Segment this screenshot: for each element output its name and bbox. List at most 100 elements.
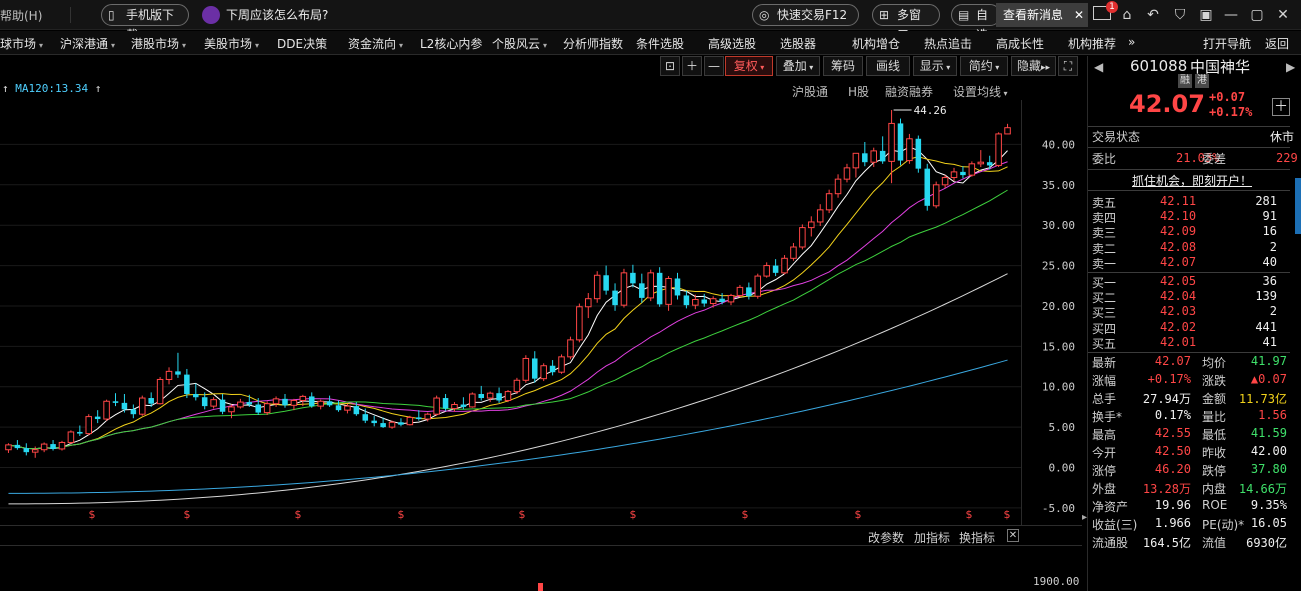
stat-label: 涨幅: [1092, 374, 1117, 388]
mobile-download-button[interactable]: ▯ 手机版下载: [101, 4, 189, 42]
y-tick-label: 25.00: [1042, 260, 1075, 273]
bid-price[interactable]: 42.03: [1160, 304, 1196, 318]
display-dropdown[interactable]: 显示 ▾: [913, 56, 957, 76]
weicha-label: 委差: [1202, 152, 1227, 166]
next-stock-icon[interactable]: ▶: [1286, 60, 1295, 74]
open-account-link[interactable]: 抓住机会，即刻开户！: [1132, 172, 1252, 189]
nav-item[interactable]: 个股风云 ▾: [492, 35, 547, 52]
candle-body: [175, 371, 181, 375]
candle-body: [460, 404, 467, 407]
window-close-icon[interactable]: ✕: [1273, 5, 1293, 25]
chips-button[interactable]: 筹码: [823, 56, 863, 76]
close-icon[interactable]: ✕: [1074, 3, 1084, 27]
zoom-in-icon[interactable]: ＋: [682, 56, 702, 76]
self-select-button[interactable]: ▤ 自选: [951, 4, 1001, 42]
maximize-icon[interactable]: ▢: [1247, 5, 1267, 25]
candle-body: [67, 431, 75, 443]
nav-more-icon[interactable]: »: [1128, 35, 1135, 49]
help-menu[interactable]: 帮助(H): [0, 7, 42, 24]
candle-body: [228, 406, 235, 413]
weekly-notice-link[interactable]: 下周应该怎么布局?: [202, 5, 328, 25]
mascot-icon: [202, 6, 220, 24]
stat-value: 1.966: [1154, 516, 1191, 530]
nav-item[interactable]: 条件选股: [636, 35, 684, 52]
kline-chart[interactable]: 40.00 35.00 30.00 25.00 20.00 15.00 10.00 5.00 0…: [0, 78, 1082, 525]
candle-body: [781, 257, 788, 274]
hide-button[interactable]: 隐藏▸▸: [1011, 56, 1056, 76]
ask-price[interactable]: 42.09: [1160, 224, 1196, 238]
bid-price[interactable]: 42.02: [1160, 320, 1196, 334]
nav-item[interactable]: 机构增仓: [852, 35, 900, 52]
add-favorite-icon[interactable]: ＋: [1272, 98, 1290, 116]
overlay-dropdown[interactable]: 叠加 ▾: [776, 56, 820, 76]
panel-scrollbar[interactable]: [1295, 178, 1301, 234]
bid-price[interactable]: 42.05: [1160, 274, 1196, 288]
fullscreen-icon[interactable]: ⛶: [1058, 56, 1078, 76]
nav-item[interactable]: 机构推荐: [1068, 35, 1116, 52]
mail-icon[interactable]: 1: [1093, 1, 1118, 20]
high-price-label: 44.26: [914, 104, 947, 117]
stat-value: 14.66万: [1238, 482, 1287, 496]
candle-body: [727, 294, 735, 303]
screenshot-icon[interactable]: ▣: [1196, 5, 1216, 25]
bid-price[interactable]: 42.04: [1160, 289, 1196, 303]
ask-price[interactable]: 42.11: [1160, 194, 1196, 208]
hide-label: 隐藏: [1016, 59, 1041, 73]
home-icon[interactable]: ⌂: [1117, 5, 1137, 25]
multi-window-button[interactable]: ⊞ 多窗口: [872, 4, 940, 42]
candle-body: [736, 286, 744, 296]
candle-body: [272, 398, 280, 405]
quick-trade-button[interactable]: ◎ 快速交易F12: [752, 4, 859, 26]
shirt-icon[interactable]: ⛉: [1170, 5, 1190, 25]
candle-body: [478, 394, 485, 399]
undo-icon[interactable]: ↶: [1143, 5, 1163, 25]
nav-item[interactable]: 选股器: [780, 35, 816, 52]
draw-line-button[interactable]: 画线: [866, 56, 910, 76]
ask-price[interactable]: 42.08: [1160, 240, 1196, 254]
close-indicator-icon[interactable]: ✕: [1007, 529, 1019, 542]
nav-item[interactable]: 分析师指数: [563, 35, 623, 52]
simple-dropdown[interactable]: 简约 ▾: [960, 56, 1008, 76]
nav-item[interactable]: L2核心内参: [420, 35, 482, 52]
nav-item[interactable]: 高成长性: [996, 35, 1044, 52]
lock-icon[interactable]: ⊡: [660, 56, 680, 76]
open-nav-button[interactable]: 打开导航: [1203, 35, 1251, 52]
new-message-button[interactable]: 查看新消息 ✕: [996, 3, 1088, 27]
nav-item[interactable]: 港股市场 ▾: [131, 35, 186, 52]
nav-item[interactable]: 资金流向 ▾: [348, 35, 403, 52]
ask-price[interactable]: 42.10: [1160, 209, 1196, 223]
chevron-down-icon: ▾: [399, 41, 404, 50]
nav-item[interactable]: 高级选股: [708, 35, 756, 52]
minimize-icon[interactable]: —: [1221, 5, 1241, 25]
candle-body: [915, 138, 922, 169]
bid-price[interactable]: 42.01: [1160, 335, 1196, 349]
fuquan-dropdown[interactable]: 复权 ▾: [725, 56, 773, 76]
stat-value: 16.05: [1250, 516, 1287, 530]
candle-body: [1004, 127, 1011, 135]
candle-body: [567, 339, 574, 358]
change-param-button[interactable]: 改参数: [868, 529, 904, 546]
back-button[interactable]: 返回: [1265, 35, 1289, 52]
add-indicator-button[interactable]: 加指标: [914, 529, 950, 546]
nav-item[interactable]: 美股市场 ▾: [204, 35, 259, 52]
candle-body: [531, 358, 538, 379]
zoom-out-icon[interactable]: —: [704, 56, 724, 76]
change-indicator-button[interactable]: 换指标: [959, 529, 995, 546]
bid-volume: 36: [1262, 274, 1277, 288]
y-tick-label: 40.00: [1042, 138, 1075, 151]
divider: [1088, 126, 1290, 127]
nav-item[interactable]: DDE决策: [277, 35, 327, 52]
candle-body: [540, 365, 547, 380]
candle-body: [14, 444, 21, 449]
ask-price[interactable]: 42.07: [1160, 255, 1196, 269]
nav-item[interactable]: 球市场 ▾: [0, 35, 43, 52]
stat-value: 9.35%: [1250, 498, 1287, 512]
bid-level-label: 买五: [1092, 336, 1117, 351]
candle-body: [576, 306, 583, 341]
nav-item[interactable]: 热点追击: [924, 35, 972, 52]
candle-body: [165, 370, 173, 380]
dividend-marker-icon: $: [184, 508, 191, 521]
nav-item[interactable]: 沪深港通 ▾: [60, 35, 115, 52]
ask-level-label: 卖一: [1092, 256, 1117, 271]
prev-stock-icon[interactable]: ◀: [1094, 60, 1103, 74]
